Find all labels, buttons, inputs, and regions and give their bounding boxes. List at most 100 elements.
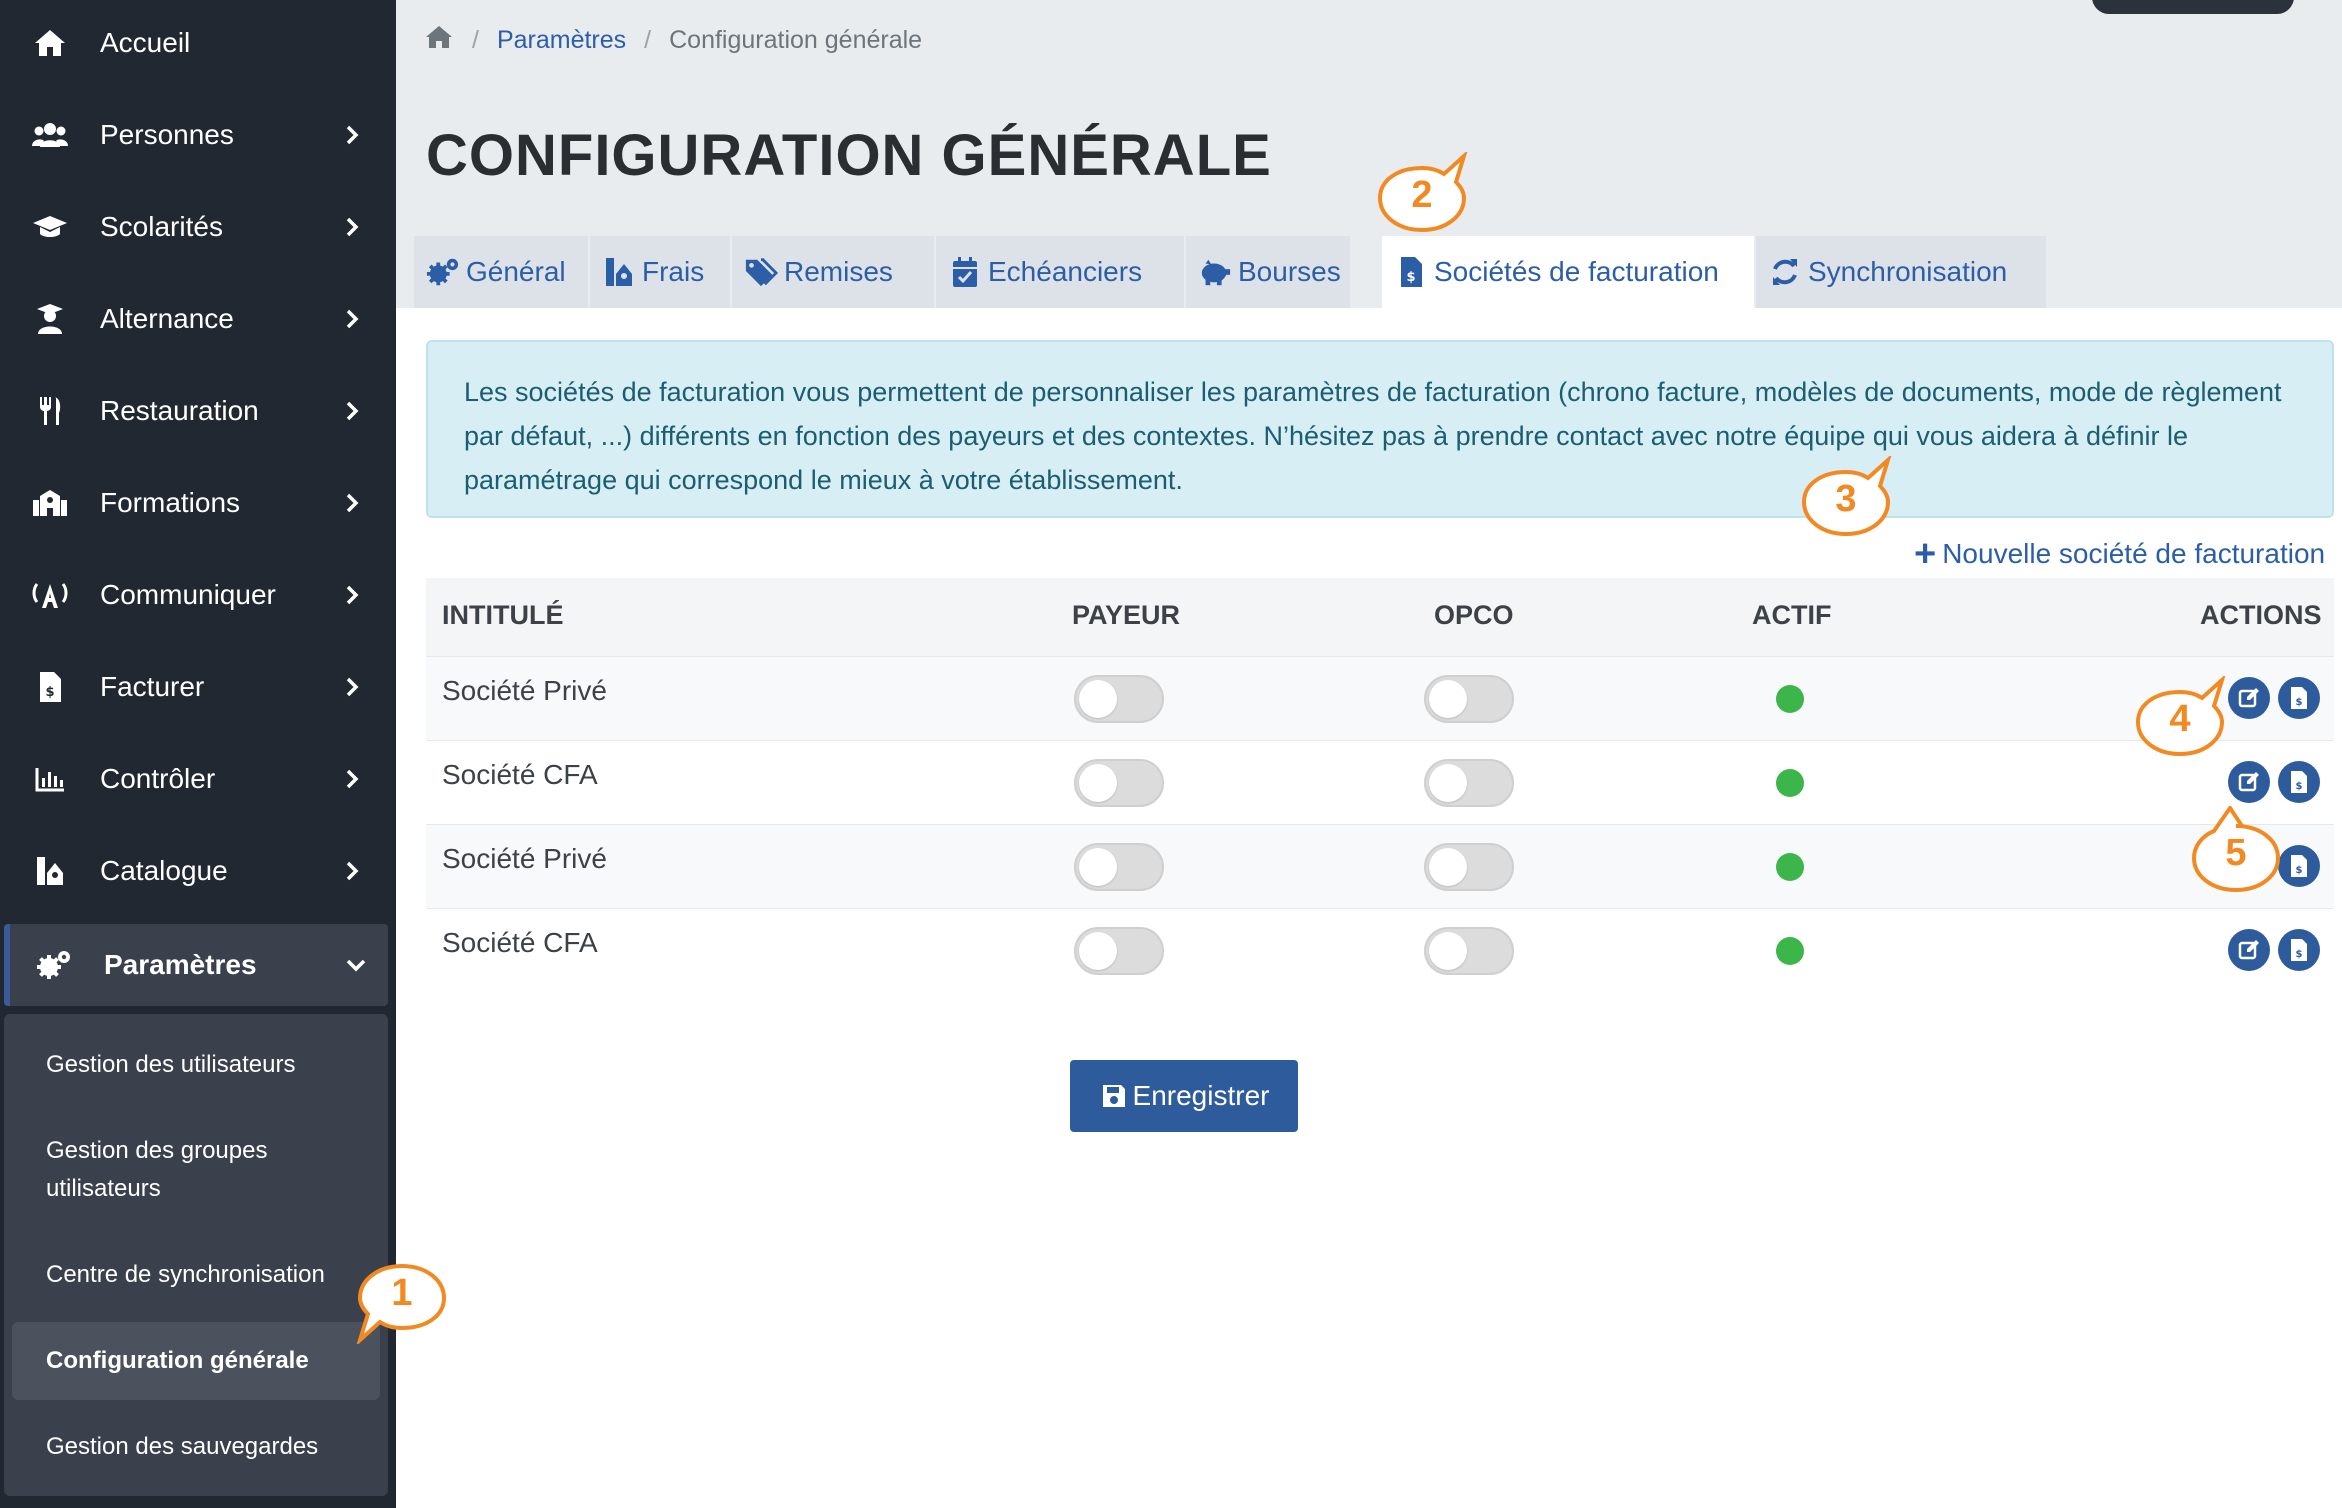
calendar-check-icon bbox=[948, 255, 982, 289]
user-graduate-icon bbox=[30, 299, 70, 339]
opco-toggle[interactable] bbox=[1424, 675, 1514, 723]
sidebar-item-scolarites[interactable]: Scolarités bbox=[0, 184, 396, 270]
company-name: Société Privé bbox=[442, 675, 607, 706]
payer-toggle[interactable] bbox=[1074, 843, 1164, 891]
chevron-down-icon bbox=[344, 953, 368, 977]
invoice-settings-button[interactable]: $ bbox=[2278, 929, 2320, 971]
sidebar-item-catalogue[interactable]: Catalogue bbox=[0, 828, 396, 914]
sidebar-item-label: Alternance bbox=[100, 303, 234, 334]
callout-marker: 5 bbox=[2190, 806, 2282, 893]
breadcrumb-parametres[interactable]: Paramètres bbox=[497, 26, 626, 55]
invoice-settings-button[interactable]: $ bbox=[2278, 845, 2320, 887]
tab-label: Synchronisation bbox=[1808, 256, 2008, 287]
tab-remises[interactable]: Remises bbox=[732, 236, 934, 308]
payer-toggle[interactable] bbox=[1074, 675, 1164, 723]
tab-bourses[interactable]: Bourses bbox=[1186, 236, 1350, 308]
tab-label: Général bbox=[466, 256, 566, 287]
edit-icon bbox=[2238, 688, 2259, 708]
broadcast-icon bbox=[30, 575, 70, 615]
invoice-settings-button[interactable]: $ bbox=[2278, 761, 2320, 803]
sidebar-item-parametres[interactable]: Paramètres bbox=[4, 924, 388, 1006]
tab-label: Sociétés de facturation bbox=[1434, 256, 1719, 287]
tab-general[interactable]: Général bbox=[414, 236, 588, 308]
school-icon bbox=[30, 483, 70, 523]
submenu-item-configuration-generale[interactable]: Configuration générale bbox=[12, 1322, 380, 1400]
sidebar-item-communiquer[interactable]: Communiquer bbox=[0, 552, 396, 638]
invoice-settings-button[interactable]: $ bbox=[2278, 677, 2320, 719]
column-header-actif: ACTIF bbox=[1752, 600, 1832, 630]
payer-toggle[interactable] bbox=[1074, 927, 1164, 975]
tab-synchronisation[interactable]: Synchronisation bbox=[1756, 236, 2046, 308]
edit-button[interactable] bbox=[2228, 929, 2270, 971]
sidebar-item-label: Communiquer bbox=[100, 579, 276, 610]
breadcrumb-separator: / bbox=[472, 25, 479, 54]
table-row: Société Privé $ bbox=[426, 824, 2334, 908]
chevron-right-icon bbox=[340, 399, 364, 423]
submenu-item-gestion-groupes[interactable]: Gestion des groupes utilisateurs bbox=[12, 1132, 312, 1208]
svg-text:$: $ bbox=[2296, 949, 2303, 960]
table-row: Société CFA $ bbox=[426, 740, 2334, 824]
cogs-icon bbox=[426, 255, 460, 289]
breadcrumb: / Paramètres / Configuration générale bbox=[424, 22, 922, 58]
chevron-right-icon bbox=[340, 675, 364, 699]
home-icon[interactable] bbox=[424, 24, 454, 57]
tab-frais[interactable]: Frais bbox=[590, 236, 730, 308]
table-row: Société CFA $ bbox=[426, 908, 2334, 992]
save-icon bbox=[1099, 1081, 1129, 1111]
sidebar-item-alternance[interactable]: Alternance bbox=[0, 276, 396, 362]
tab-label: Bourses bbox=[1238, 256, 1341, 287]
chevron-right-icon bbox=[340, 767, 364, 791]
users-icon bbox=[30, 115, 70, 155]
sidebar-item-controler[interactable]: Contrôler bbox=[0, 736, 396, 822]
callout-marker: 2 bbox=[1376, 152, 1468, 234]
tab-label: Echéanciers bbox=[988, 256, 1143, 287]
svg-text:$: $ bbox=[2296, 865, 2303, 876]
chevron-right-icon bbox=[340, 583, 364, 607]
save-button[interactable]: Enregistrer bbox=[1070, 1060, 1298, 1132]
sidebar: Accueil Personnes Scolarités Alternance bbox=[0, 0, 396, 1508]
tab-label: Frais bbox=[642, 256, 705, 287]
company-name: Société CFA bbox=[442, 759, 598, 790]
tab-echeanciers[interactable]: Echéanciers bbox=[936, 236, 1184, 308]
column-header-actions: ACTIONS bbox=[2200, 600, 2322, 630]
new-company-link[interactable]: + Nouvelle société de facturation bbox=[1914, 534, 2325, 574]
svg-text:$: $ bbox=[2296, 697, 2303, 708]
breadcrumb-separator: / bbox=[644, 25, 652, 54]
callout-marker: 1 bbox=[356, 1262, 448, 1344]
sidebar-item-personnes[interactable]: Personnes bbox=[0, 92, 396, 178]
submenu-item-gestion-sauvegardes[interactable]: Gestion des sauvegardes bbox=[12, 1428, 380, 1466]
svg-text:$: $ bbox=[45, 685, 54, 700]
sidebar-item-label: Restauration bbox=[100, 395, 259, 426]
sidebar-item-facturer[interactable]: $ Facturer bbox=[0, 644, 396, 730]
sidebar-item-label: Facturer bbox=[100, 671, 205, 702]
edit-icon bbox=[2238, 940, 2259, 960]
catalog-icon bbox=[30, 851, 70, 891]
info-alert: Les sociétés de facturation vous permett… bbox=[426, 340, 2334, 518]
submenu-item-centre-synchronisation[interactable]: Centre de synchronisation bbox=[12, 1256, 380, 1294]
opco-toggle[interactable] bbox=[1424, 927, 1514, 975]
sidebar-item-restauration[interactable]: Restauration bbox=[0, 368, 396, 454]
column-header-intitule: INTITULÉ bbox=[442, 600, 564, 630]
payer-toggle[interactable] bbox=[1074, 759, 1164, 807]
sidebar-item-label: Paramètres bbox=[104, 949, 257, 980]
invoice-icon: $ bbox=[2291, 855, 2307, 877]
column-header-opco: OPCO bbox=[1434, 600, 1514, 630]
opco-toggle[interactable] bbox=[1424, 843, 1514, 891]
active-status-dot bbox=[1776, 769, 1804, 797]
edit-button[interactable] bbox=[2228, 761, 2270, 803]
user-menu-button[interactable] bbox=[2092, 0, 2294, 14]
sidebar-item-label: Contrôler bbox=[100, 763, 216, 794]
tab-label: Remises bbox=[784, 256, 893, 287]
sidebar-item-accueil[interactable]: Accueil bbox=[0, 0, 396, 86]
sidebar-item-formations[interactable]: Formations bbox=[0, 460, 396, 546]
opco-toggle[interactable] bbox=[1424, 759, 1514, 807]
tags-icon bbox=[744, 255, 778, 289]
edit-button[interactable] bbox=[2228, 677, 2270, 719]
chevron-right-icon bbox=[340, 123, 364, 147]
submenu-item-gestion-utilisateurs[interactable]: Gestion des utilisateurs bbox=[12, 1046, 380, 1084]
active-status-dot bbox=[1776, 853, 1804, 881]
plus-icon: + bbox=[1914, 533, 1937, 575]
invoice-icon: $ bbox=[2291, 771, 2307, 793]
tab-societes-facturation[interactable]: $ Sociétés de facturation bbox=[1382, 236, 1754, 308]
invoice-icon: $ bbox=[1394, 255, 1428, 289]
